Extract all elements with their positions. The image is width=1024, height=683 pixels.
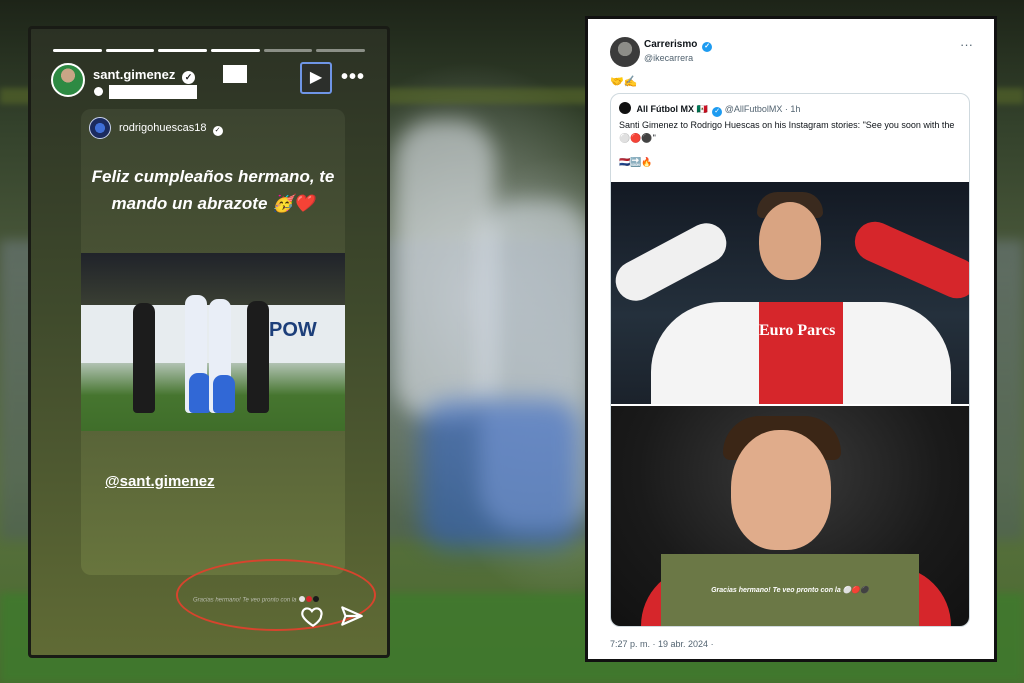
tweet-author-handle[interactable]: @ikecarrera <box>644 53 693 63</box>
quote-time: · 1h <box>784 104 801 114</box>
progress-segment <box>105 49 155 52</box>
story-progress-bar <box>53 49 366 52</box>
progress-segment <box>158 49 208 52</box>
player-head <box>731 430 831 550</box>
avatar[interactable] <box>89 117 111 139</box>
card-username-text[interactable]: rodrigohuescas18 <box>119 122 206 134</box>
quote-text: Santi Gimenez to Rodrigo Huescas on his … <box>619 120 955 143</box>
overlay-reply-text: Gracias hermano! Te veo pronto con la ⚪🔴… <box>711 587 869 594</box>
music-icon <box>94 87 103 96</box>
player-figure <box>247 301 269 413</box>
tweet-timestamp[interactable]: 7:27 p. m. · 19 abr. 2024 · <box>610 639 714 649</box>
mention-link[interactable]: @sant.gimenez <box>105 473 215 490</box>
card-username[interactable]: rodrigohuescas18 ✓ <box>119 122 223 136</box>
avatar[interactable] <box>610 37 640 67</box>
story-username[interactable]: sant.gimenez ✓ <box>93 67 195 84</box>
send-icon[interactable] <box>339 603 365 629</box>
progress-segment <box>211 49 260 52</box>
heart-icon[interactable] <box>299 603 327 629</box>
progress-segment <box>263 49 313 52</box>
progress-segment <box>53 49 102 52</box>
rodrigo-huescas-photo[interactable]: Gracias hermano! Te veo pronto con la ⚪🔴… <box>611 406 969 626</box>
player-arm <box>611 216 734 308</box>
tweet-text: 🤝✍️ <box>610 76 638 88</box>
player-figure <box>213 375 235 413</box>
tweet-header: Carrerismo ✓ @ikecarrera ··· <box>610 37 973 77</box>
story-username-text[interactable]: sant.gimenez <box>93 67 175 82</box>
player-figure <box>189 373 211 413</box>
tweet-author-name[interactable]: Carrerismo ✓ <box>644 39 713 52</box>
redacted-block <box>109 85 197 99</box>
quote-emoji-line: 🇳🇱🔜🔥 <box>619 157 653 167</box>
santi-gimenez-photo[interactable]: Euro Parcs <box>611 182 969 404</box>
verified-check-icon: ✓ <box>712 107 723 117</box>
verified-badge-icon: ✓ <box>212 126 223 136</box>
avatar[interactable] <box>51 63 85 97</box>
more-options-icon[interactable]: ··· <box>960 37 973 52</box>
quote-author-handle[interactable]: @AllFutbolMX <box>725 104 783 114</box>
avatar[interactable] <box>619 102 631 114</box>
play-button[interactable]: ▶ <box>300 62 332 94</box>
quote-author-name[interactable]: All Fútbol MX 🇲🇽 <box>637 104 708 114</box>
verified-check-icon: ✓ <box>702 42 713 52</box>
quoted-tweet[interactable]: All Fútbol MX 🇲🇽 ✓ @AllFutbolMX · 1h San… <box>610 93 970 627</box>
tweet-author-name-text[interactable]: Carrerismo <box>644 39 697 50</box>
player-figure <box>133 303 155 413</box>
shirt-sponsor-text: Euro Parcs <box>759 322 836 339</box>
redacted-block <box>223 65 247 83</box>
match-photo: POW <box>81 253 345 431</box>
feyenoord-shirt <box>651 302 951 404</box>
instagram-story[interactable]: sant.gimenez ✓ ▶ ••• rodrigohuescas18 ✓ … <box>28 26 390 658</box>
reshared-story-card[interactable]: rodrigohuescas18 ✓ Feliz cumpleaños herm… <box>81 109 345 575</box>
verified-badge-icon: ✓ <box>181 71 195 84</box>
banner-text: POW <box>269 319 317 341</box>
birthday-message: Feliz cumpleaños hermano, te mando un ab… <box>91 167 335 213</box>
story-reply-overlay: Gracias hermano! Te veo pronto con la ⚪🔴… <box>661 554 919 626</box>
tweet-card[interactable]: Carrerismo ✓ @ikecarrera ··· 🤝✍️ All Fút… <box>585 16 997 662</box>
quote-header: All Fútbol MX 🇲🇽 ✓ @AllFutbolMX · 1h <box>619 102 800 117</box>
player-arm <box>848 215 969 305</box>
player-head <box>759 202 821 280</box>
progress-segment <box>316 49 366 52</box>
more-options-icon[interactable]: ••• <box>341 66 365 89</box>
